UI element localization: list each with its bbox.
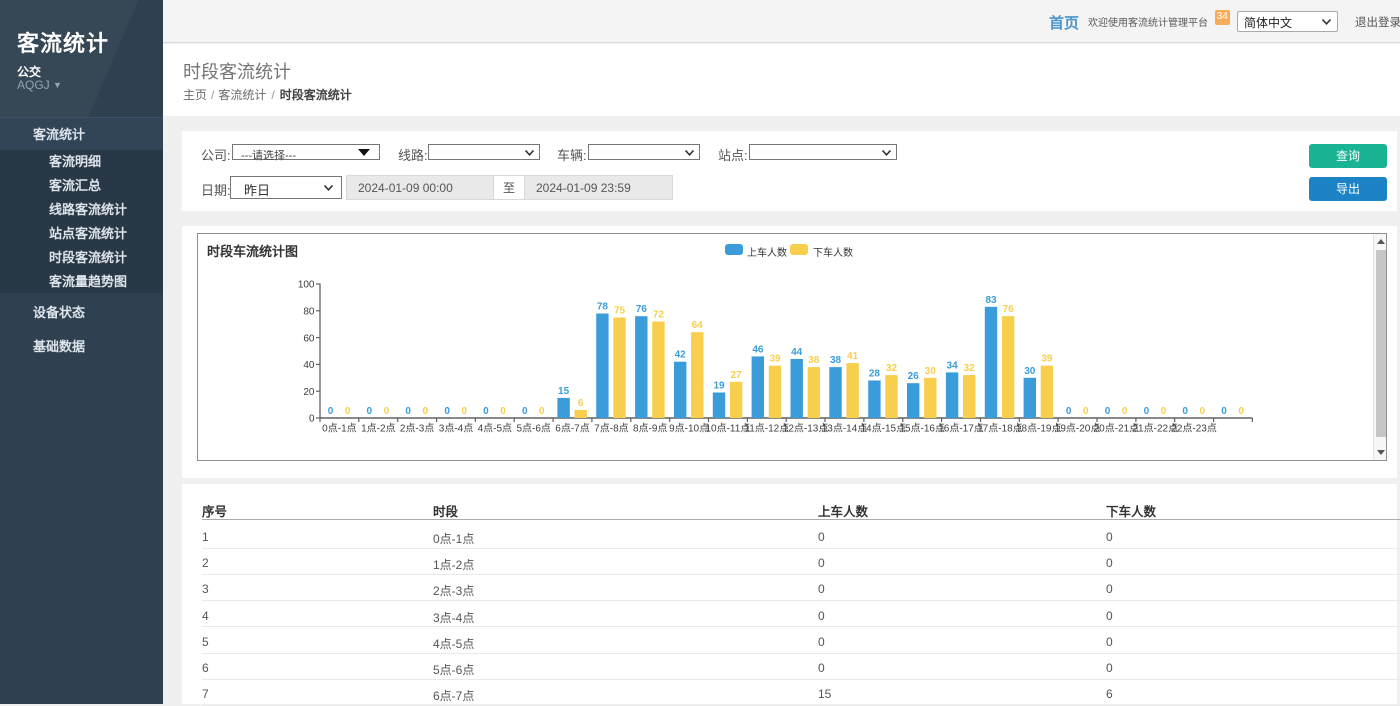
svg-text:76: 76	[1003, 304, 1015, 315]
svg-text:44: 44	[791, 347, 803, 358]
svg-text:32: 32	[886, 363, 898, 374]
svg-text:0: 0	[1238, 406, 1244, 417]
svg-text:32: 32	[964, 363, 976, 374]
svg-text:39: 39	[1041, 354, 1053, 365]
svg-text:0: 0	[1066, 406, 1072, 417]
svg-text:83: 83	[985, 295, 997, 306]
svg-text:6: 6	[578, 398, 584, 409]
svg-text:0: 0	[1105, 406, 1111, 417]
svg-text:72: 72	[653, 310, 665, 321]
svg-text:30: 30	[1024, 366, 1036, 377]
svg-text:0: 0	[345, 406, 351, 417]
svg-text:60: 60	[303, 333, 315, 344]
svg-text:34: 34	[947, 360, 959, 371]
svg-text:0: 0	[1200, 406, 1206, 417]
svg-text:0: 0	[328, 406, 334, 417]
svg-text:76: 76	[636, 304, 648, 315]
svg-text:0: 0	[444, 406, 450, 417]
svg-text:19: 19	[713, 381, 725, 392]
svg-text:0: 0	[522, 406, 528, 417]
svg-text:0: 0	[1122, 406, 1128, 417]
svg-text:64: 64	[692, 320, 704, 331]
svg-text:15: 15	[558, 386, 570, 397]
svg-text:0: 0	[309, 414, 315, 425]
svg-text:42: 42	[675, 350, 687, 361]
svg-text:40: 40	[303, 360, 315, 371]
svg-text:4点-5点: 4点-5点	[478, 423, 512, 435]
svg-text:80: 80	[303, 307, 315, 318]
svg-text:1点-2点: 1点-2点	[361, 423, 395, 435]
svg-text:38: 38	[808, 355, 820, 366]
svg-text:0: 0	[1161, 406, 1167, 417]
svg-text:0: 0	[367, 406, 373, 417]
svg-text:0: 0	[1182, 406, 1188, 417]
svg-text:30: 30	[925, 366, 937, 377]
svg-text:0: 0	[384, 406, 390, 417]
svg-text:0点-1点: 0点-1点	[322, 423, 356, 435]
svg-text:0: 0	[1221, 406, 1227, 417]
svg-text:75: 75	[614, 306, 626, 317]
svg-text:41: 41	[847, 351, 859, 362]
svg-text:20: 20	[303, 387, 315, 398]
svg-text:22点-23点: 22点-23点	[1171, 423, 1217, 435]
svg-text:0: 0	[461, 406, 467, 417]
svg-text:46: 46	[752, 344, 764, 355]
svg-text:26: 26	[908, 371, 920, 382]
svg-text:38: 38	[830, 355, 842, 366]
svg-text:3点-4点: 3点-4点	[439, 423, 473, 435]
svg-text:2点-3点: 2点-3点	[400, 423, 434, 435]
svg-text:0: 0	[500, 406, 506, 417]
svg-text:0: 0	[539, 406, 545, 417]
svg-text:39: 39	[769, 354, 781, 365]
svg-text:0: 0	[405, 406, 411, 417]
svg-text:5点-6点: 5点-6点	[516, 423, 550, 435]
svg-text:0: 0	[1144, 406, 1150, 417]
svg-text:9点-10点: 9点-10点	[669, 423, 709, 435]
svg-text:8点-9点: 8点-9点	[633, 423, 667, 435]
svg-text:0: 0	[1083, 406, 1089, 417]
svg-text:100: 100	[298, 280, 315, 291]
svg-text:7点-8点: 7点-8点	[594, 423, 628, 435]
svg-text:78: 78	[597, 302, 609, 313]
svg-text:27: 27	[731, 370, 743, 381]
svg-text:6点-7点: 6点-7点	[555, 423, 589, 435]
svg-text:0: 0	[423, 406, 429, 417]
svg-text:0: 0	[483, 406, 489, 417]
svg-text:28: 28	[869, 369, 881, 380]
